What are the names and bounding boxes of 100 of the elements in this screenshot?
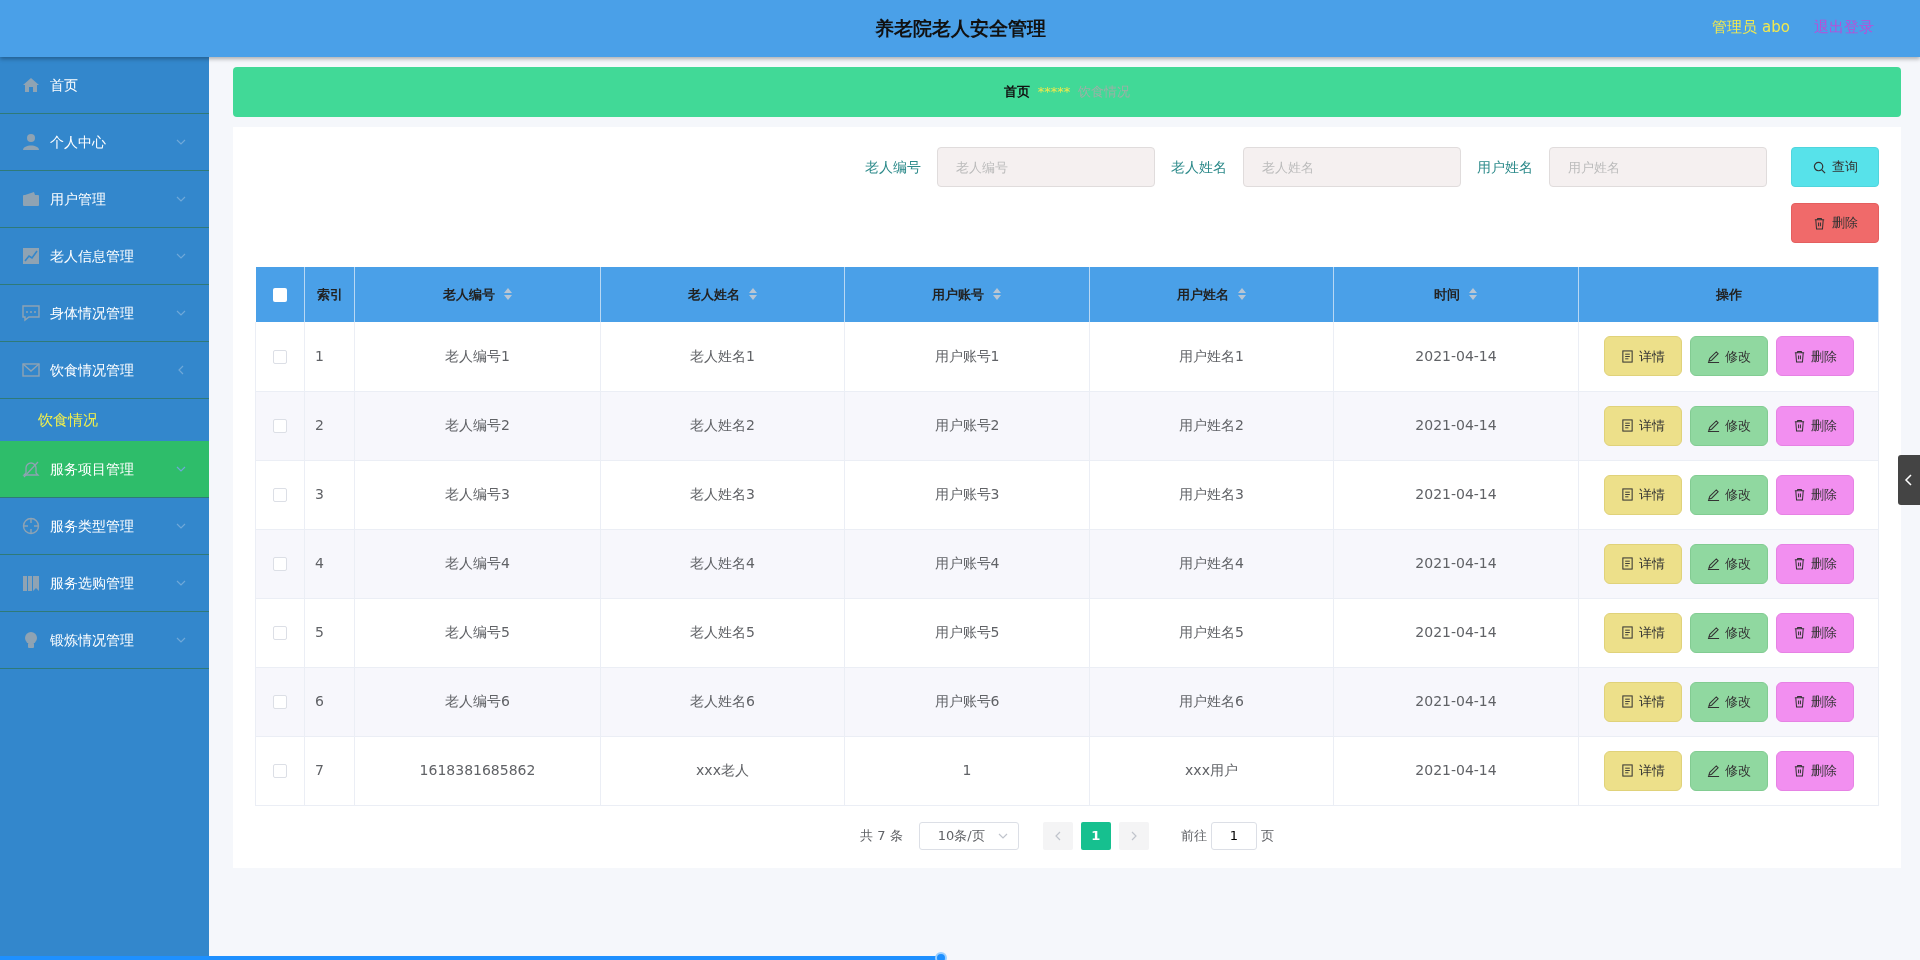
sidebar-item[interactable]: 身体情况管理 [0,285,209,342]
row-action-button[interactable]: 删除 [1775,336,1854,377]
delete-button[interactable]: 删除 [1791,203,1879,243]
row-checkbox[interactable] [273,349,287,364]
row-action-button[interactable]: 修改 [1689,681,1768,722]
table-cell: 2021-04-14 [1333,529,1579,598]
table-cell: 用户姓名1 [1089,322,1334,391]
sidebar-item[interactable]: 饮食情况管理 [0,342,209,399]
row-action-button[interactable]: 修改 [1689,750,1768,791]
sidebar-item[interactable]: 老人信息管理 [0,228,209,285]
chart-icon [22,247,40,265]
person-icon [22,133,40,151]
row-action-button[interactable]: 详情 [1603,543,1682,584]
sidebar-item[interactable]: 用户管理 [0,171,209,228]
table-cell: 2021-04-14 [1333,460,1579,529]
sidebar-item[interactable]: 服务选购管理 [0,555,209,612]
row-action-button[interactable]: 详情 [1603,612,1682,653]
pencil-icon [1706,764,1720,777]
sort-icon [747,286,758,301]
table-cell: 用户姓名6 [1089,667,1334,736]
search-button[interactable]: 查询 [1791,147,1879,187]
wallet-icon [22,190,40,208]
row-action-button[interactable]: 详情 [1603,750,1682,791]
column-header[interactable]: 用户账号 [932,286,984,302]
row-action-button[interactable]: 修改 [1689,543,1768,584]
sort-icon [1236,286,1247,301]
collapse-tab[interactable] [1898,455,1920,505]
sidebar-item[interactable]: 首页 [0,57,209,114]
page-size-select[interactable]: 10条/页 [918,821,1019,850]
row-action-button[interactable]: 详情 [1603,405,1682,446]
table-cell: 用户账号2 [844,391,1090,460]
row-action-button[interactable]: 修改 [1689,336,1768,377]
trash-icon [1792,349,1806,363]
chevron-right-icon [1129,830,1138,841]
row-action-button[interactable]: 删除 [1775,681,1854,722]
row-checkbox[interactable] [273,695,287,709]
breadcrumb-separator: ***** [1037,83,1071,102]
trash-icon [1792,419,1806,432]
table-cell: 用户账号1 [844,322,1090,391]
row-action-button[interactable]: 删除 [1775,405,1854,446]
sort-icon [502,286,513,301]
chat-icon [22,304,40,322]
column-header[interactable]: 时间 [1434,286,1460,302]
column-header[interactable]: 老人编号 [442,286,495,302]
next-page-button[interactable] [1118,821,1149,850]
row-action-button[interactable]: 详情 [1603,681,1682,722]
previous-page-button[interactable] [1042,821,1073,850]
field-label: 老人姓名 [1171,157,1227,177]
table-cell: 2 [304,391,355,460]
chevron-left-icon [1904,474,1914,486]
mail-icon [22,361,40,379]
row-action-button[interactable]: 删除 [1775,543,1854,584]
document-icon [1620,695,1634,708]
row-action-button[interactable]: 删除 [1775,750,1854,791]
table-cell: 老人姓名6 [600,667,845,736]
progress-handle[interactable] [934,952,947,960]
row-action-button[interactable]: 修改 [1689,474,1768,515]
document-icon [1620,349,1634,363]
trash-icon [1792,557,1806,570]
select-all-checkbox[interactable] [272,288,287,303]
row-action-button[interactable]: 删除 [1775,612,1854,653]
table-cell: 7 [304,736,355,805]
field-label: 老人编号 [865,157,921,177]
row-action-button[interactable]: 修改 [1689,612,1768,653]
trash-icon [1812,216,1826,230]
table-cell: 老人编号2 [354,391,601,460]
row-checkbox[interactable] [273,626,287,640]
row-checkbox[interactable] [273,488,287,502]
row-checkbox[interactable] [273,764,287,778]
column-header[interactable]: 用户姓名 [1176,286,1229,302]
row-checkbox[interactable] [273,557,287,571]
row-action-button[interactable]: 详情 [1603,474,1682,515]
table-cell: 用户账号3 [844,460,1090,529]
sidebar-item[interactable]: 锻炼情况管理 [0,612,209,669]
table-cell: 用户账号4 [844,529,1090,598]
bulb-icon [22,631,40,649]
breadcrumb-item: 饮食情况 [1078,83,1131,102]
column-header: 索引 [316,286,343,302]
row-action-button[interactable]: 详情 [1603,336,1682,377]
pencil-icon [1706,626,1720,639]
search-icon [1812,160,1826,174]
bell-off-icon [22,460,40,478]
sidebar-item[interactable]: 服务类型管理 [0,498,209,555]
column-header[interactable]: 老人姓名 [687,286,740,302]
goto-label: 前往 [1180,826,1207,845]
table-cell: 老人编号1 [354,322,601,391]
books-icon [22,574,40,592]
row-action-button[interactable]: 删除 [1775,474,1854,515]
pencil-icon [1706,557,1720,570]
page-number-field[interactable]: 1 [1210,821,1257,850]
document-icon [1620,557,1634,570]
table-cell: 2021-04-14 [1333,391,1579,460]
sidebar-item[interactable]: 个人中心 [0,114,209,171]
app-title: 养老院老人安全管理 [874,17,1046,40]
table-cell: 用户姓名4 [1089,529,1334,598]
document-icon [1620,626,1634,639]
row-action-button[interactable]: 修改 [1689,405,1768,446]
row-checkbox[interactable] [273,419,287,433]
sidebar-subitem[interactable]: 饮食情况 [0,399,209,441]
breadcrumb-item[interactable]: 首页 [1003,82,1030,102]
